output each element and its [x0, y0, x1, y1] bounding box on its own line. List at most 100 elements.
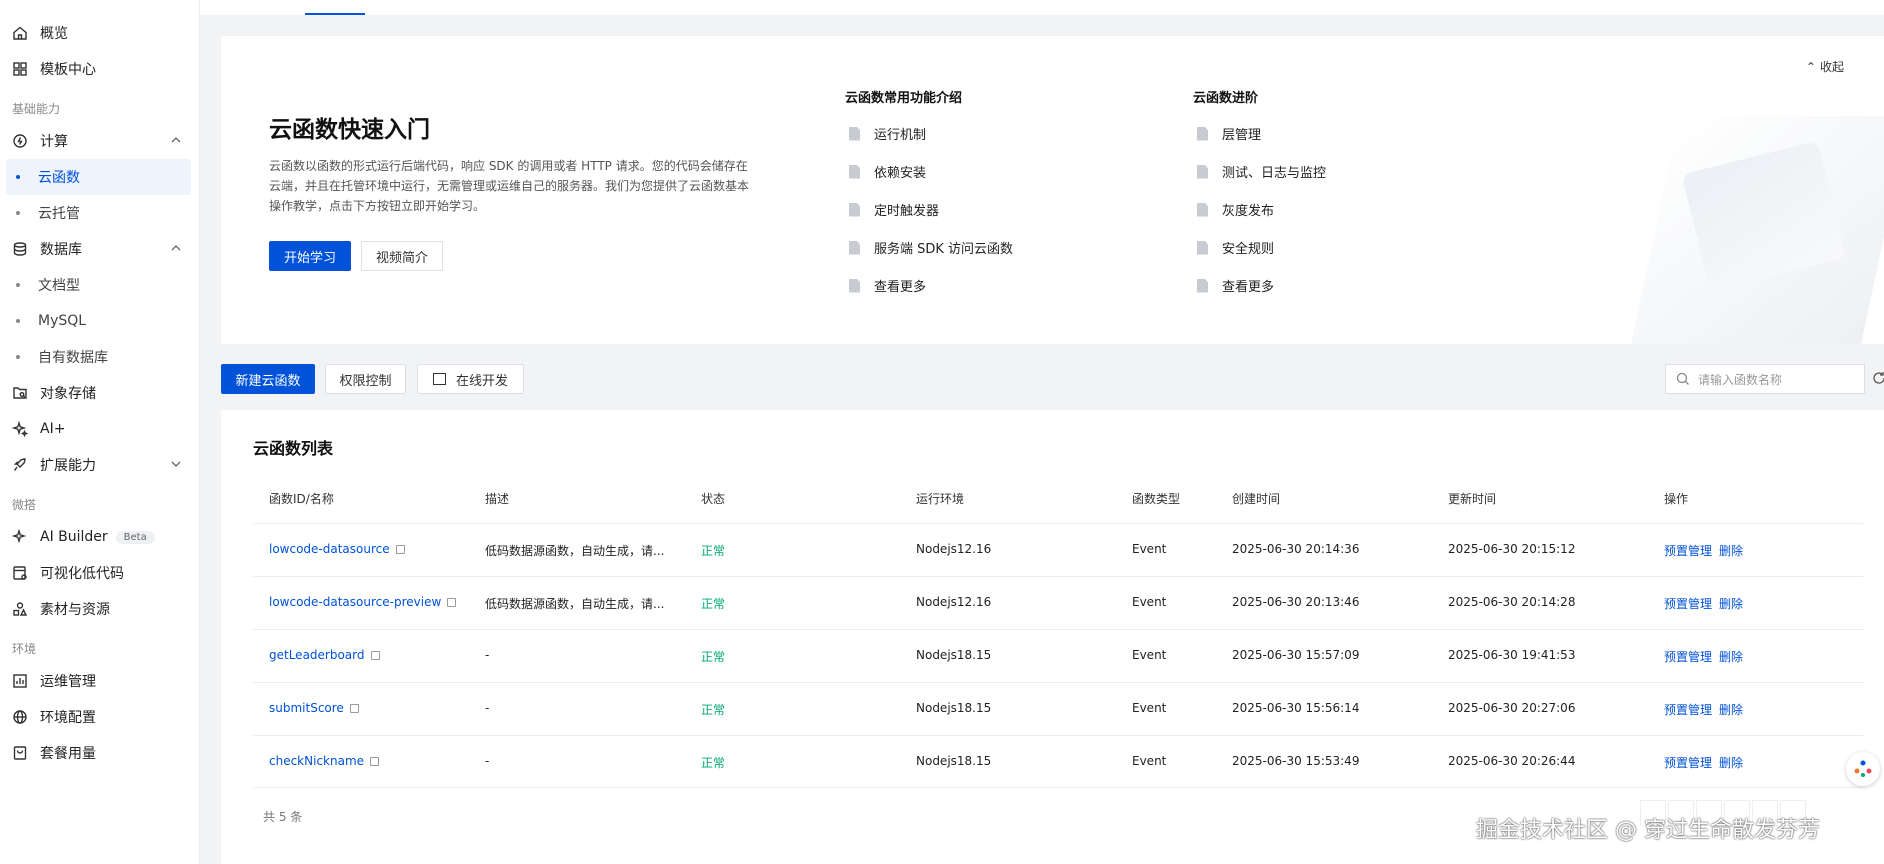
delete-link[interactable]: 删除 — [1719, 754, 1743, 771]
sidebar-item-compute[interactable]: 计算 — [0, 123, 199, 159]
preset-manage-link[interactable]: 预置管理 — [1664, 701, 1712, 718]
database-icon — [12, 241, 28, 257]
feature-link[interactable]: 依赖安装 — [849, 162, 926, 181]
sidebar-item-storage[interactable]: 对象存储 — [0, 375, 199, 411]
sidebar-item-ai-builder[interactable]: AI Builder Beta — [0, 519, 199, 555]
active-tab-indicator — [305, 13, 365, 15]
column-header: 状态 — [701, 492, 726, 506]
search-input[interactable]: 请输入函数名称 — [1665, 364, 1865, 394]
collapse-button[interactable]: ⌃ 收起 — [1806, 58, 1844, 75]
feature-link[interactable]: 服务端 SDK 访问云函数 — [849, 238, 1013, 257]
permission-button[interactable]: 权限控制 — [325, 364, 406, 394]
sidebar-item-ops[interactable]: 运维管理 — [0, 663, 199, 699]
assistant-float-button[interactable] — [1846, 752, 1880, 786]
updated-cell: 2025-06-30 20:15:12 — [1448, 542, 1576, 556]
function-name-link[interactable]: submitScore — [269, 701, 359, 715]
sidebar-item-label: 环境配置 — [40, 710, 96, 726]
advanced-link[interactable]: 层管理 — [1197, 124, 1261, 143]
sidebar-item-ai[interactable]: AI+ — [0, 411, 199, 447]
chevron-up-icon — [169, 241, 183, 255]
advanced-link[interactable]: 灰度发布 — [1197, 200, 1274, 219]
document-icon — [849, 278, 860, 293]
runtime-cell: Nodejs12.16 — [916, 542, 992, 556]
group-env: 环境 — [12, 642, 37, 656]
sidebar-item-assets[interactable]: 素材与资源 — [0, 591, 199, 627]
updated-cell: 2025-06-30 20:14:28 — [1448, 595, 1576, 609]
function-name-link[interactable]: lowcode-datasource — [269, 542, 405, 556]
sidebar-item-env-config[interactable]: 环境配置 — [0, 699, 199, 735]
feature-link[interactable]: 运行机制 — [849, 124, 926, 143]
sidebar-item-cloud-hosting[interactable]: 云托管 — [0, 195, 199, 231]
search-placeholder: 请输入函数名称 — [1698, 372, 1783, 387]
start-learning-button[interactable]: 开始学习 — [269, 241, 351, 271]
sidebar-item-label: MySQL — [38, 313, 87, 329]
type-cell: Event — [1132, 701, 1167, 715]
video-intro-button[interactable]: 视频简介 — [361, 241, 443, 271]
sidebar-item-own-db[interactable]: 自有数据库 — [0, 339, 199, 375]
type-cell: Event — [1132, 648, 1167, 662]
watermark: 掘金技术社区 @ 穿过生命散发芬芳 — [1476, 818, 1820, 843]
type-cell: Event — [1132, 542, 1167, 556]
advanced-link[interactable]: 安全规则 — [1197, 238, 1274, 257]
sidebar-item-document-db[interactable]: 文档型 — [0, 267, 199, 303]
quickstart-title: 云函数快速入门 — [269, 117, 430, 143]
sidebar-item-label: 可视化低代码 — [40, 566, 124, 582]
sidebar-item-mysql[interactable]: MySQL — [0, 303, 199, 339]
function-name-link[interactable]: lowcode-datasource-preview — [269, 595, 457, 609]
function-name: getLeaderboard — [269, 648, 365, 662]
preset-manage-link[interactable]: 预置管理 — [1664, 542, 1712, 559]
copy-icon[interactable] — [370, 650, 380, 660]
table-row: getLeaderboard - 正常 Nodejs18.15 Event 20… — [253, 629, 1863, 682]
bullet-icon — [16, 211, 20, 215]
refresh-icon[interactable] — [1872, 371, 1884, 385]
preset-manage-link[interactable]: 预置管理 — [1664, 595, 1712, 612]
new-function-button[interactable]: 新建云函数 — [221, 364, 315, 394]
table-row: lowcode-datasource-preview 低码数据源函数，自动生成，… — [253, 576, 1863, 629]
compute-icon — [12, 133, 28, 149]
advanced-link[interactable]: 查看更多 — [1197, 276, 1274, 295]
advanced-link[interactable]: 测试、日志与监控 — [1197, 162, 1326, 181]
preset-manage-link[interactable]: 预置管理 — [1664, 648, 1712, 665]
column-header: 创建时间 — [1232, 492, 1281, 506]
table-row: submitScore - 正常 Nodejs18.15 Event 2025-… — [253, 682, 1863, 735]
sidebar-item-overview[interactable]: 概览 — [0, 15, 199, 51]
delete-link[interactable]: 删除 — [1719, 542, 1743, 559]
sidebar-item-templates[interactable]: 模板中心 — [0, 51, 199, 87]
quickstart-card: ⌃ 收起 云函数快速入门 云函数以函数的形式运行后端代码，响应 SDK 的调用或… — [221, 36, 1884, 344]
sidebar-item-label: 素材与资源 — [40, 602, 110, 618]
feature-link[interactable]: 查看更多 — [849, 276, 926, 295]
sidebar-item-lowcode[interactable]: 可视化低代码 — [0, 555, 199, 591]
feature-link[interactable]: 定时触发器 — [849, 200, 939, 219]
online-dev-label: 在线开发 — [455, 373, 508, 389]
sidebar-item-label: 模板中心 — [40, 62, 96, 78]
copy-icon[interactable] — [370, 756, 380, 766]
description-cell: - — [485, 648, 490, 662]
copy-icon[interactable] — [395, 544, 405, 554]
delete-link[interactable]: 删除 — [1719, 701, 1743, 718]
preset-manage-link[interactable]: 预置管理 — [1664, 754, 1712, 771]
link-label: 层管理 — [1222, 128, 1262, 143]
delete-link[interactable]: 删除 — [1719, 648, 1743, 665]
link-label: 测试、日志与监控 — [1222, 166, 1327, 181]
document-icon — [849, 240, 860, 255]
package-icon — [12, 745, 28, 761]
quickstart-description: 云函数以函数的形式运行后端代码，响应 SDK 的调用或者 HTTP 请求。您的代… — [269, 159, 750, 213]
sidebar-item-cloud-function[interactable]: 云函数 — [6, 159, 191, 195]
globe-icon — [12, 709, 28, 725]
column-header: 描述 — [485, 492, 510, 506]
sidebar-item-extensions[interactable]: 扩展能力 — [0, 447, 199, 483]
updated-cell: 2025-06-30 20:27:06 — [1448, 701, 1576, 715]
rocket-icon — [12, 457, 28, 473]
sidebar-item-database[interactable]: 数据库 — [0, 231, 199, 267]
copy-icon[interactable] — [349, 703, 359, 713]
function-name-link[interactable]: checkNickname — [269, 754, 380, 768]
online-dev-button[interactable]: 在线开发 — [417, 364, 524, 394]
sidebar-item-usage[interactable]: 套餐用量 — [0, 735, 199, 771]
grid-icon — [12, 61, 28, 77]
updated-cell: 2025-06-30 20:26:44 — [1448, 754, 1576, 768]
function-name-link[interactable]: getLeaderboard — [269, 648, 380, 662]
delete-link[interactable]: 删除 — [1719, 595, 1743, 612]
column-header: 操作 — [1664, 492, 1689, 506]
link-label: 灰度发布 — [1222, 204, 1275, 219]
copy-icon[interactable] — [447, 597, 457, 607]
